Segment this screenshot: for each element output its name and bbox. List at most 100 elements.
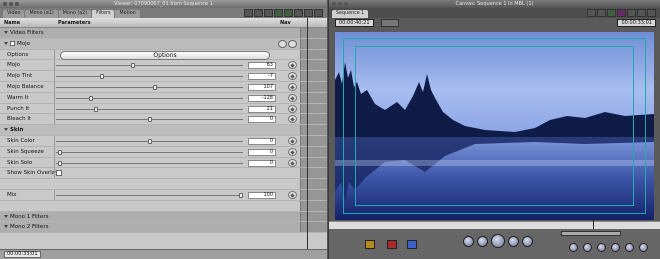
param-value-field[interactable]: 100 — [248, 191, 276, 199]
keyframe-button-icon[interactable] — [288, 104, 297, 113]
param-slider[interactable] — [56, 117, 243, 123]
param-slider[interactable] — [56, 138, 243, 144]
zoom-popup[interactable] — [381, 19, 399, 27]
current-timecode[interactable]: 00:00:33;01 — [617, 19, 656, 27]
mark-in-icon[interactable] — [569, 243, 578, 252]
reset-icon[interactable] — [304, 9, 313, 17]
param-value-field[interactable]: 0 — [248, 148, 276, 156]
mono2-filters-section[interactable]: Mono 2 Filters — [0, 222, 327, 234]
track-icon[interactable] — [274, 9, 283, 17]
slider-thumb[interactable] — [148, 117, 152, 123]
insert-edit-icon[interactable] — [365, 240, 375, 249]
marker-add-icon[interactable] — [597, 243, 606, 252]
video-frame[interactable] — [335, 32, 654, 220]
overwrite-edit-icon[interactable] — [387, 240, 397, 249]
param-value-field[interactable]: 0 — [248, 159, 276, 167]
disclosure-triangle-icon[interactable] — [4, 225, 8, 229]
tab-video[interactable]: Video — [3, 10, 25, 18]
param-slider[interactable] — [56, 149, 243, 155]
param-value-field[interactable]: 83 — [248, 62, 276, 70]
slider-thumb[interactable] — [239, 192, 243, 198]
clip-icon[interactable] — [639, 243, 648, 252]
mix-slider[interactable] — [56, 192, 243, 198]
reset-filter-icon[interactable] — [278, 39, 287, 48]
canvas-title-bar[interactable]: Canvas: Sequence 1 in MBL (1) — [329, 0, 660, 8]
param-slider[interactable] — [56, 74, 243, 80]
track-icon[interactable] — [284, 9, 293, 17]
mono1-filters-section[interactable]: Mono 1 Filters — [0, 211, 327, 223]
param-slider[interactable] — [56, 84, 243, 90]
viewer-title-bar[interactable]: Viewer: 07090067_01 from Sequence 1 — [0, 0, 327, 8]
slider-thumb[interactable] — [148, 138, 152, 144]
options-button[interactable]: Options — [60, 50, 270, 60]
skin-group-row[interactable]: Skin — [0, 125, 327, 136]
zoom-in-icon[interactable] — [587, 9, 596, 17]
keyframe-button-icon[interactable] — [288, 61, 297, 70]
keyframe-button-icon[interactable] — [288, 190, 297, 199]
minimize-dot-icon[interactable] — [338, 2, 342, 6]
tab-mono-a1[interactable]: Mono (a1) — [25, 10, 58, 18]
loop-icon[interactable] — [314, 9, 323, 17]
keyframe-button-icon[interactable] — [288, 82, 297, 91]
replace-edit-icon[interactable] — [407, 240, 417, 249]
slider-thumb[interactable] — [100, 74, 104, 80]
show-match-icon[interactable] — [625, 243, 634, 252]
view-icon[interactable] — [607, 9, 616, 17]
close-dot-icon[interactable] — [3, 2, 7, 6]
zoom-in-icon[interactable] — [244, 9, 253, 17]
param-value-field[interactable]: 107 — [248, 83, 276, 91]
param-value-field[interactable]: 21 — [248, 105, 276, 113]
disclosure-triangle-icon[interactable] — [4, 128, 8, 132]
minimize-dot-icon[interactable] — [9, 2, 13, 6]
loop-icon[interactable] — [647, 9, 656, 17]
param-value-field[interactable]: 0 — [248, 116, 276, 124]
disclosure-triangle-icon[interactable] — [4, 41, 8, 45]
keyframe-button-icon[interactable] — [288, 72, 297, 81]
param-value-field[interactable]: -7 — [248, 73, 276, 81]
tab-mono-a2[interactable]: Mono (a2) — [58, 10, 92, 18]
keyframe-button-icon[interactable] — [288, 93, 297, 102]
jog-control[interactable] — [561, 231, 621, 236]
slider-thumb[interactable] — [58, 149, 62, 155]
zoom-dot-icon[interactable] — [15, 2, 19, 6]
slider-thumb[interactable] — [153, 84, 157, 90]
param-slider[interactable] — [56, 160, 243, 166]
close-dot-icon[interactable] — [332, 2, 336, 6]
window-controls[interactable] — [332, 2, 348, 6]
show-skin-overlay-checkbox[interactable] — [56, 170, 62, 177]
keyframe-nav-icon[interactable] — [264, 9, 273, 17]
play-around-icon[interactable] — [508, 236, 519, 247]
overlay-icon[interactable] — [617, 9, 626, 17]
go-to-out-icon[interactable] — [522, 236, 533, 247]
reset-icon[interactable] — [637, 9, 646, 17]
filter-enable-checkbox[interactable] — [10, 40, 15, 46]
param-value-field[interactable]: -128 — [248, 94, 276, 102]
window-controls[interactable] — [3, 2, 19, 6]
play-button[interactable] — [491, 234, 505, 248]
playhead[interactable] — [307, 18, 308, 249]
param-slider[interactable] — [56, 95, 243, 101]
keyframe-button-icon[interactable] — [288, 147, 297, 156]
mojo-filter-row[interactable]: Mojo — [0, 38, 327, 50]
zoom-out-icon[interactable] — [597, 9, 606, 17]
tab-filters[interactable]: Filters — [92, 10, 115, 18]
keyframe-button-icon[interactable] — [288, 115, 297, 124]
slider-thumb[interactable] — [58, 160, 62, 166]
tab-sequence-1[interactable]: Sequence 1 — [332, 10, 369, 18]
duration-timecode[interactable]: 00:00:40;21 — [335, 19, 374, 27]
disclosure-triangle-icon[interactable] — [4, 31, 8, 34]
param-value-field[interactable]: 0 — [248, 137, 276, 145]
tab-motion[interactable]: Motion — [115, 10, 140, 18]
play-in-to-out-icon[interactable] — [477, 236, 488, 247]
slider-thumb[interactable] — [89, 95, 93, 101]
keyframe-button-icon[interactable] — [288, 158, 297, 167]
param-slider[interactable] — [56, 106, 243, 112]
disclosure-triangle-icon[interactable] — [4, 214, 8, 218]
marker-icon[interactable] — [294, 9, 303, 17]
zoom-out-icon[interactable] — [254, 9, 263, 17]
go-to-in-icon[interactable] — [463, 236, 474, 247]
keyframe-button-icon[interactable] — [288, 136, 297, 145]
marker-icon[interactable] — [627, 9, 636, 17]
mark-out-icon[interactable] — [583, 243, 592, 252]
slider-thumb[interactable] — [94, 106, 98, 112]
